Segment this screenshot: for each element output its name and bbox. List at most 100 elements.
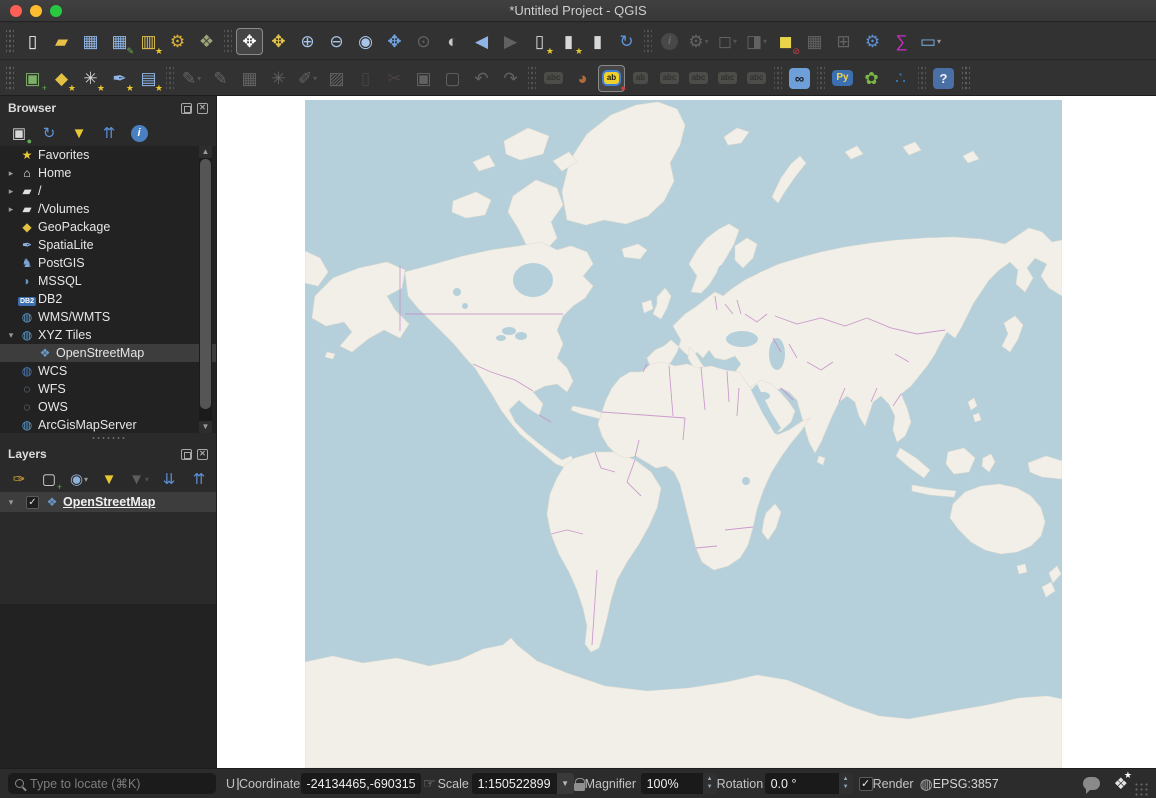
browser-float-icon[interactable]	[181, 102, 192, 114]
add-group-icon[interactable]: ▢ +	[37, 467, 62, 492]
browser-item-wfs[interactable]: ◌ WFS	[0, 380, 216, 398]
manage-map-themes-icon[interactable]: ◉ ▾	[67, 467, 91, 491]
copy-features-icon[interactable]: ▣	[410, 65, 437, 92]
browser-scrollbar[interactable]: ▲ ▼	[199, 146, 212, 433]
paste-features-icon[interactable]: ▢	[439, 65, 466, 92]
rotation-spinbox[interactable]: 0.0 ° ▲ ▼	[764, 773, 853, 794]
locator-search-input[interactable]: Type to locate (⌘K)	[8, 773, 216, 794]
python-console-icon[interactable]: Py	[829, 65, 856, 92]
browser-item-wms-wmts[interactable]: ◍ WMS/WMTS	[0, 308, 216, 326]
new-project-icon[interactable]: ▯	[19, 28, 46, 55]
extents-toggle-icon[interactable]: ☞	[423, 775, 436, 792]
zoom-in-icon[interactable]: ⊕	[294, 28, 321, 55]
highlight-pinned-labels-icon[interactable]: ab ●	[598, 64, 626, 92]
modify-attributes-icon[interactable]: ▨	[323, 65, 350, 92]
collapse-all-layers-icon[interactable]: ⇈	[187, 467, 211, 491]
chevron-down-icon[interactable]: ▼	[556, 773, 574, 794]
delete-selected-icon[interactable]: ▯	[352, 65, 379, 92]
layers-float-icon[interactable]	[181, 448, 192, 460]
world-map[interactable]	[305, 100, 1062, 768]
save-layer-edits-icon[interactable]: ▦	[236, 65, 263, 92]
zoom-full-icon[interactable]: ✥	[381, 28, 408, 55]
new-spatial-bookmark-icon[interactable]: ▯ ★	[526, 28, 554, 56]
identify-features-icon[interactable]: i	[656, 28, 683, 55]
new-geopackage-layer-icon[interactable]: ◆ ★	[48, 65, 76, 93]
rotate-label-icon[interactable]: abc	[714, 65, 741, 92]
layer-row-openstreetmap[interactable]: ▾ ✓ ❖ OpenStreetMap	[0, 492, 216, 512]
browser-item-openstreetmap[interactable]: ❖ OpenStreetMap	[0, 344, 216, 362]
browser-item-mssql[interactable]: ◗ MSSQL	[0, 272, 216, 290]
spinner-arrows-icon[interactable]: ▲ ▼	[838, 773, 853, 794]
show-layout-manager-icon[interactable]: ⚙	[164, 28, 191, 55]
toggle-editing-icon[interactable]: ✎	[207, 65, 234, 92]
browser-item-favorites[interactable]: ★ Favorites	[0, 146, 216, 164]
tree-collapse-icon[interactable]: ▾	[4, 497, 18, 508]
new-spatialite-layer-icon[interactable]: ✒ ★	[106, 65, 134, 93]
pan-to-selection-icon[interactable]: ✥	[265, 28, 292, 55]
messages-icon[interactable]	[1082, 777, 1100, 794]
spatial-bookmark-manager-icon[interactable]: ▮	[584, 28, 611, 55]
zoom-out-icon[interactable]: ⊖	[323, 28, 350, 55]
open-layer-styling-panel-icon[interactable]: ✑	[7, 467, 31, 491]
osm-place-search-icon[interactable]: ∞	[786, 65, 813, 92]
crs-indicator[interactable]: EPSG:3857	[933, 777, 999, 791]
show-spatial-bookmarks-icon[interactable]: ▮ ★	[555, 28, 583, 56]
toolbar-drag-handle[interactable]	[6, 29, 14, 53]
panel-splitter[interactable]	[0, 433, 216, 442]
select-features-by-value-icon[interactable]: ◨ ▾	[743, 28, 770, 55]
plugin-manager-icon[interactable]: ❖ ★	[1114, 770, 1132, 794]
magnifier-spinbox[interactable]: 100% ▲ ▼	[640, 773, 717, 794]
add-selected-layers-icon[interactable]: ▣ ●	[7, 121, 32, 146]
scale-combo[interactable]: 1:150522899 ▼	[471, 773, 574, 794]
render-checkbox[interactable]: ✓	[858, 776, 873, 791]
layers-close-icon[interactable]: ✕	[197, 448, 208, 460]
browser-item-arcgismapserver[interactable]: ◍ ArcGisMapServer	[0, 416, 216, 433]
filter-by-expression-icon[interactable]: ▼ ▾	[127, 467, 151, 491]
change-label-properties-icon[interactable]: abc	[743, 65, 770, 92]
browser-item--[interactable]: ▸ ▰ /	[0, 182, 216, 200]
show-hide-labels-icon[interactable]: abc	[656, 65, 683, 92]
coordinate-value[interactable]: -24134465,-690315	[301, 773, 422, 794]
filter-legend-icon[interactable]: ▼	[97, 467, 121, 491]
help-contents-icon[interactable]: ?	[930, 65, 957, 92]
zoom-to-selection-icon[interactable]: ⊙	[410, 28, 437, 55]
refresh-map-icon[interactable]: ↻	[613, 28, 640, 55]
plugin-leaf-icon[interactable]: ✿	[858, 65, 885, 92]
filter-browser-icon[interactable]: ▼	[67, 121, 91, 145]
refresh-browser-icon[interactable]: ↻	[37, 121, 61, 145]
measure-line-icon[interactable]: ▭ ▾	[917, 28, 944, 55]
zoom-last-icon[interactable]: ◀	[468, 28, 495, 55]
browser-item-xyz-tiles[interactable]: ▾ ◍ XYZ Tiles	[0, 326, 216, 344]
pan-map-icon[interactable]: ✥	[236, 27, 263, 55]
resize-grip[interactable]	[1134, 782, 1148, 796]
lock-icon[interactable]	[573, 777, 586, 791]
new-shapefile-layer-icon[interactable]: ✳ ★	[77, 65, 105, 93]
new-virtual-layer-icon[interactable]: ▤ ★	[135, 65, 163, 93]
save-project-icon[interactable]: ▦	[77, 28, 104, 55]
style-manager-icon[interactable]: ❖	[193, 28, 220, 55]
deselect-features-all-layers-icon[interactable]: ◼ ⊘	[772, 28, 800, 56]
run-feature-action-icon[interactable]: ⚙ ▾	[685, 28, 712, 55]
browser-item-db2[interactable]: DB2 DB2	[0, 290, 216, 308]
zoom-to-layer-icon[interactable]: ◐	[439, 28, 466, 55]
new-print-layout-icon[interactable]: ▥ ★	[135, 28, 163, 56]
scrollbar-thumb[interactable]	[200, 159, 211, 409]
layer-name[interactable]: OpenStreetMap	[63, 495, 155, 509]
statistical-summary-icon[interactable]: ∑	[888, 28, 915, 55]
current-edits-icon[interactable]: ✎ ▾	[178, 65, 205, 92]
collapse-all-browser-icon[interactable]: ⇈	[97, 121, 121, 145]
layer-labeling-options-icon[interactable]: abc	[540, 65, 567, 92]
browser-item--volumes[interactable]: ▸ ▰ /Volumes	[0, 200, 216, 218]
browser-item-wcs[interactable]: ◍ WCS	[0, 362, 216, 380]
scroll-up-icon[interactable]: ▲	[199, 146, 212, 158]
field-calculator-icon[interactable]: ⊞	[830, 28, 857, 55]
redo-icon[interactable]: ↷	[497, 65, 524, 92]
select-features-icon[interactable]: ◻ ▾	[714, 28, 741, 55]
expand-all-layers-icon[interactable]: ⇊	[157, 467, 181, 491]
toolbar-drag-handle[interactable]	[6, 66, 14, 90]
browser-item-ows[interactable]: ◌ OWS	[0, 398, 216, 416]
browser-close-icon[interactable]: ✕	[197, 102, 208, 114]
browser-item-geopackage[interactable]: ◆ GeoPackage	[0, 218, 216, 236]
layer-diagram-options-icon[interactable]: ◕	[569, 65, 596, 92]
properties-widget-icon[interactable]: i	[127, 121, 151, 145]
